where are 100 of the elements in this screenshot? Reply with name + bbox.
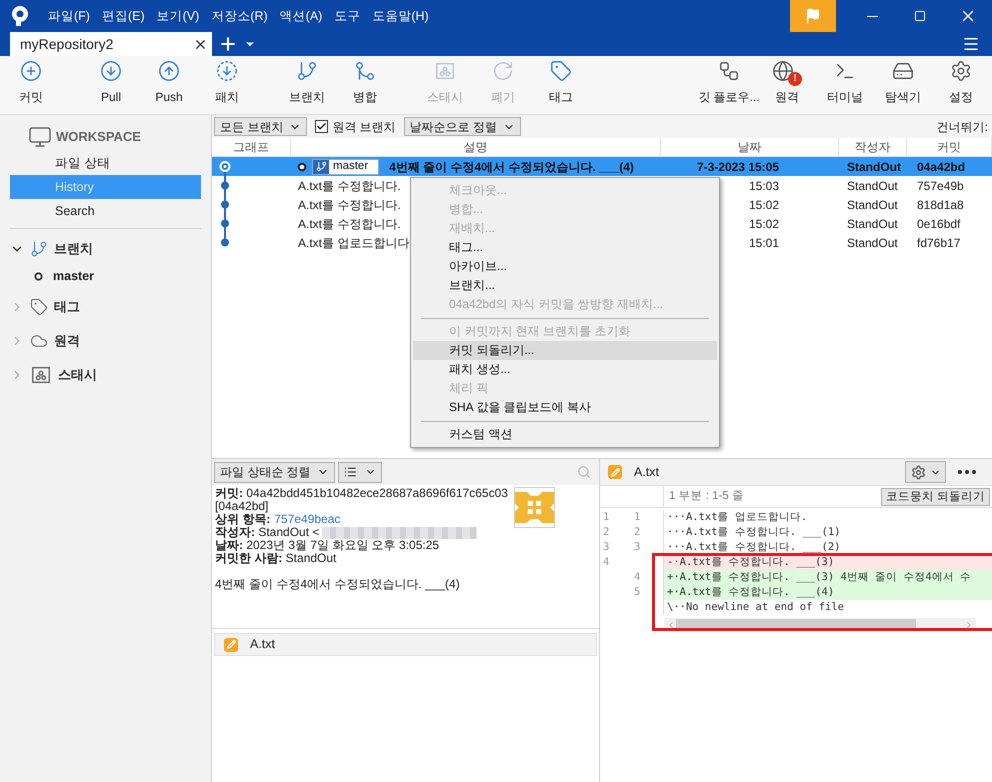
remote-checkbox[interactable] — [315, 120, 328, 133]
stash-box-icon — [434, 60, 456, 82]
menu-item[interactable]: 커스텀 액션 — [413, 425, 717, 444]
column-header[interactable]: 날짜 — [661, 138, 839, 156]
menu-item[interactable]: 태그... — [413, 238, 717, 257]
detail-line: 작성자: StandOut < — [215, 526, 320, 539]
commit-hash: 0e16bdf — [917, 216, 960, 230]
detail-line: 커밋: 04a42bdd451b10482ece28687a8696f617c65c03 — [215, 486, 508, 500]
maximize-icon — [914, 10, 926, 22]
settings-dropdown[interactable] — [905, 461, 946, 483]
check-icon — [316, 121, 328, 132]
dashed-arrow-circle-icon — [216, 60, 238, 82]
branch-filter-dropdown[interactable]: 모든 브랜치 — [214, 117, 308, 136]
settings-icon — [950, 60, 972, 82]
menu-item[interactable]: 액션(A) — [274, 0, 328, 32]
toolbar-button[interactable]: 탐색기 — [874, 56, 932, 108]
settings-icon — [910, 464, 926, 480]
diff-line: \··No newline at end of file — [600, 600, 992, 615]
menu-item[interactable]: 보기(V) — [150, 0, 206, 32]
commit-hash: 757e49b — [917, 178, 964, 192]
commit-hash: 04a42bd — [917, 160, 966, 174]
flag-icon — [805, 8, 821, 24]
sidebar-section[interactable]: 브랜치 — [10, 234, 201, 264]
menu-item[interactable]: 편집(E) — [96, 0, 151, 32]
commit-author: StandOut — [847, 178, 898, 192]
tag-icon — [550, 60, 572, 82]
globe-icon — [772, 60, 794, 82]
column-header[interactable]: 설명 — [291, 138, 661, 156]
branch-item[interactable]: master — [53, 266, 94, 286]
sidebar-item[interactable]: Search — [10, 199, 201, 223]
diff-line: 1 1 ···A.txt를 업로드합니다. — [600, 510, 992, 525]
toolbar-button[interactable]: 병합 — [336, 56, 394, 108]
commit-date: 15:01 — [748, 236, 779, 250]
detail-line: 날짜: 2023년 3월 7일 화요일 오후 3:05:25 — [215, 538, 440, 552]
file-item[interactable]: A.txt — [214, 633, 597, 656]
commit-author: StandOut — [847, 160, 901, 174]
file-name: A.txt — [634, 464, 660, 481]
section-title: WORKSPACE — [56, 128, 141, 146]
toolbar-button[interactable]: 터미널 — [816, 56, 874, 108]
sidebar-section[interactable]: 태그 — [10, 292, 201, 322]
menu-item[interactable]: 아카이브... — [413, 257, 717, 276]
commit-message: 4번째 줄이 수정4에서 수정되었습니다. ___(4) — [215, 577, 460, 591]
toolbar-button[interactable]: ! 원격 — [758, 56, 816, 108]
toolbar-button[interactable]: 태그 — [532, 56, 590, 108]
branch-label[interactable]: master — [312, 158, 380, 174]
hunk-header: 1 부분 : 1-5 줄 — [669, 488, 744, 504]
branch-icon — [316, 161, 326, 172]
toolbar-button[interactable]: Pull — [82, 56, 140, 108]
toolbar-button[interactable]: 깃 플로우... — [700, 56, 758, 108]
more-button[interactable] — [958, 470, 976, 474]
detail-label: 상위 항목: — [215, 513, 270, 526]
modified-file-icon — [224, 638, 238, 652]
ring-icon — [34, 272, 43, 280]
cloud-icon — [30, 332, 48, 350]
monitor-icon — [28, 125, 52, 149]
toolbar-button[interactable]: 패치 — [198, 56, 256, 108]
drive-icon — [892, 60, 914, 82]
toolbar-button[interactable]: 커밋 — [2, 56, 60, 108]
modified-file-icon — [608, 465, 622, 479]
menu-item[interactable]: 도움말(H) — [366, 0, 435, 32]
menu-item[interactable]: 커밋 되돌리기... — [413, 341, 717, 360]
toolbar-button[interactable]: 설정 — [932, 56, 990, 108]
add-tab-icon[interactable] — [218, 34, 238, 54]
commit-author: StandOut — [847, 216, 898, 230]
menu-item[interactable]: 패치 생성... — [413, 360, 717, 379]
menu-item[interactable]: 도구 — [328, 0, 366, 32]
sidebar-section[interactable]: 원격 — [10, 326, 201, 356]
file-sort-dropdown[interactable]: 파일 상태순 정렬 — [214, 462, 335, 482]
toolbar-button[interactable]: Push — [140, 56, 198, 108]
menu-item[interactable]: 저장소(R) — [205, 0, 274, 32]
menu-icon[interactable] — [962, 35, 980, 53]
column-header[interactable]: 커밋 — [907, 138, 992, 156]
branch-icon — [30, 240, 48, 258]
commit-author: StandOut — [847, 198, 898, 212]
menu-item[interactable]: 파일(F) — [42, 0, 96, 32]
diff-line: 2 2 ···A.txt를 수정합니다. ___(1) — [600, 525, 992, 540]
detail-line: 커밋한 사람: StandOut — [215, 551, 336, 565]
alert-badge: ! — [788, 72, 802, 86]
sidebar-item[interactable]: 파일 상태 — [10, 151, 201, 175]
menu-item[interactable]: SHA 값을 클립보드에 복사 — [413, 398, 717, 417]
column-header[interactable]: 그래프 — [212, 138, 291, 156]
column-header[interactable]: 작성자 — [839, 138, 907, 156]
merge-icon — [354, 60, 376, 82]
stash-box-icon — [30, 364, 52, 386]
rotate-icon — [492, 60, 514, 82]
repository-tab[interactable]: myRepository2 — [10, 32, 212, 56]
parent-link[interactable]: 757e49beac — [274, 513, 340, 526]
tag-icon — [30, 298, 48, 316]
app-logo-icon — [10, 5, 30, 27]
flow-icon — [718, 60, 740, 82]
menu-item[interactable]: 브랜치... — [413, 276, 717, 295]
sidebar-section[interactable]: 스태시 — [10, 360, 201, 390]
sort-dropdown[interactable]: 날짜순으로 정렬 — [404, 117, 522, 136]
skip-label: 건너뛰기: — [936, 118, 988, 136]
toolbar-button[interactable]: 브랜치 — [278, 56, 336, 108]
diff-line: 3 3 ···A.txt를 수정합니다. ___(2) — [600, 540, 992, 555]
revert-hunk-button[interactable]: 코드뭉치 되돌리기 — [880, 488, 990, 506]
view-mode-dropdown[interactable] — [338, 462, 382, 482]
commit-date: 7-3-2023 15:05 — [696, 160, 779, 174]
commit-date: 15:02 — [748, 198, 779, 212]
